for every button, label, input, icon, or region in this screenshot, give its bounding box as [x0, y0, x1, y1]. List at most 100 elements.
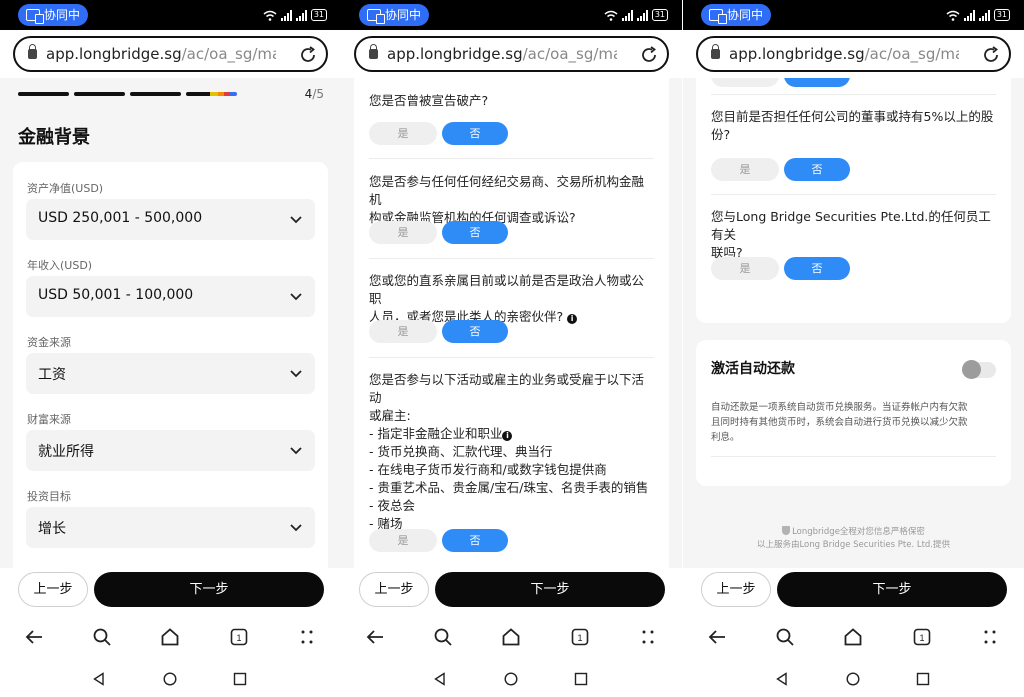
signal-icon-2 — [295, 9, 307, 21]
no-button[interactable]: 否 — [442, 122, 508, 145]
investment-objective-select[interactable]: 增长 — [26, 507, 315, 548]
tabs-icon[interactable]: 1 — [570, 627, 590, 647]
url-text: app.longbridge.sg/ac/oa_sg/manual/fi — [729, 45, 959, 63]
no-button[interactable]: 否 — [442, 529, 508, 552]
tab-count: 1 — [236, 633, 241, 643]
previous-step-button[interactable]: 上一步 — [18, 572, 88, 607]
info-icon[interactable]: i — [502, 431, 513, 441]
reload-icon[interactable] — [639, 45, 659, 65]
no-button[interactable] — [784, 78, 850, 87]
tabs-icon[interactable]: 1 — [912, 627, 932, 647]
divider — [369, 258, 654, 259]
system-home-icon[interactable] — [846, 672, 860, 686]
system-recents-icon[interactable] — [916, 672, 930, 686]
yes-button[interactable]: 是 — [711, 158, 779, 181]
yes-no-toggle: 是 否 — [369, 221, 509, 244]
home-icon[interactable] — [160, 627, 180, 647]
signal-icon — [621, 9, 633, 21]
previous-step-button[interactable]: 上一步 — [701, 572, 771, 607]
system-back-icon[interactable] — [433, 672, 447, 686]
collaboration-pill[interactable]: 协同中 — [701, 4, 771, 26]
privacy-footer: Longbridge全程对您信息严格保密 以上服务由Long Bridge Se… — [683, 526, 1024, 552]
question-text: - 指定非金融企业和职业 — [369, 426, 503, 441]
yes-button[interactable]: 是 — [369, 529, 437, 552]
question-text: 您是否参与任何任何经纪交易商、交易所机构金融机 — [369, 174, 645, 207]
question-text: 您与Long Bridge Securities Pte.Ltd.的任何员工有关 — [711, 209, 991, 242]
investment-objective-value: 增长 — [38, 521, 66, 537]
more-dots-icon[interactable] — [297, 627, 317, 647]
system-back-icon[interactable] — [92, 672, 106, 686]
system-back-icon[interactable] — [775, 672, 789, 686]
chevron-down-icon — [290, 293, 302, 301]
address-bar[interactable]: app.longbridge.sg/ac/oa_sg/manual/fi — [13, 36, 328, 72]
yes-button[interactable]: 是 — [711, 257, 779, 280]
previous-step-button[interactable]: 上一步 — [359, 572, 429, 607]
auto-repayment-title: 激活自动还款 — [711, 361, 795, 377]
screen-share-icon — [709, 9, 727, 24]
annual-income-label: 年收入(USD) — [27, 259, 93, 272]
system-recents-icon[interactable] — [233, 672, 247, 686]
no-button[interactable]: 否 — [442, 221, 508, 244]
address-bar[interactable]: app.longbridge.sg/ac/oa_sg/manual/fi — [696, 36, 1011, 72]
address-bar[interactable]: app.longbridge.sg/ac/oa_sg/manual/fi — [354, 36, 669, 72]
no-button[interactable]: 否 — [784, 158, 850, 181]
wifi-icon — [263, 10, 277, 21]
search-icon[interactable] — [92, 627, 112, 647]
yes-button[interactable]: 是 — [369, 320, 437, 343]
questions-card: 您是否曾被宣告破产? 是 否 您是否参与任何任何经纪交易商、交易所机构金融机 构… — [354, 78, 669, 568]
search-icon[interactable] — [775, 627, 795, 647]
yes-button[interactable]: 是 — [369, 221, 437, 244]
chevron-down-icon — [290, 216, 302, 224]
phone-screen-auto-repayment: 协同中 31 app.longbridge.sg/ac/oa_sg/manual… — [683, 0, 1024, 697]
collaboration-pill[interactable]: 协同中 — [18, 4, 88, 26]
home-icon[interactable] — [843, 627, 863, 647]
collaboration-pill[interactable]: 协同中 — [359, 4, 429, 26]
yes-button[interactable] — [711, 78, 779, 87]
system-home-icon[interactable] — [504, 672, 518, 686]
next-step-button[interactable]: 下一步 — [777, 572, 1007, 607]
signal-icon — [280, 9, 292, 21]
back-arrow-icon[interactable] — [707, 627, 727, 647]
no-button[interactable]: 否 — [442, 320, 508, 343]
yes-button[interactable]: 是 — [369, 122, 437, 145]
auto-repayment-description: 自动还款是一项系统自动货币兑换服务。当证券帐户内有欠款 且同时持有其他货币时，系… — [711, 402, 968, 443]
search-icon[interactable] — [433, 627, 453, 647]
status-bar: 协同中 31 — [341, 0, 682, 30]
annual-income-value: USD 50,001 - 100,000 — [38, 287, 194, 303]
net-worth-select[interactable]: USD 250,001 - 500,000 — [26, 199, 315, 240]
reload-icon[interactable] — [981, 45, 1001, 65]
home-icon[interactable] — [501, 627, 521, 647]
net-worth-label: 资产净值(USD) — [27, 182, 104, 195]
back-arrow-icon[interactable] — [24, 627, 44, 647]
system-recents-icon[interactable] — [574, 672, 588, 686]
next-step-button[interactable]: 下一步 — [94, 572, 324, 607]
annual-income-select[interactable]: USD 50,001 - 100,000 — [26, 276, 315, 317]
page-content: 您是否曾被宣告破产? 是 否 您是否参与任何任何经纪交易商、交易所机构金融机 构… — [341, 78, 682, 568]
next-step-button[interactable]: 下一步 — [435, 572, 665, 607]
status-bar: 协同中 31 — [683, 0, 1024, 30]
question-text: - 货币兑换商、汇款代理、典当行 — [369, 444, 553, 459]
more-dots-icon[interactable] — [638, 627, 658, 647]
lock-icon — [369, 44, 378, 59]
divider — [711, 194, 996, 195]
page-content: 4/5 金融背景 资产净值(USD) USD 250,001 - 500,000… — [0, 78, 341, 568]
tabs-icon[interactable]: 1 — [229, 627, 249, 647]
source-of-funds-label: 资金来源 — [27, 336, 71, 349]
auto-repayment-toggle[interactable] — [962, 360, 996, 379]
system-icons: 31 — [263, 8, 327, 22]
question-investigation: 您是否参与任何任何经纪交易商、交易所机构金融机 构或金融监管机构的任何调查或诉讼… — [369, 173, 654, 227]
back-arrow-icon[interactable] — [365, 627, 385, 647]
source-of-funds-select[interactable]: 工资 — [26, 353, 315, 394]
yes-no-toggle: 是 否 — [369, 320, 509, 343]
yes-no-toggle: 是 否 — [711, 257, 851, 280]
no-button[interactable]: 否 — [784, 257, 850, 280]
reload-icon[interactable] — [298, 45, 318, 65]
step-progress — [18, 92, 237, 96]
system-nav-bar — [683, 660, 1024, 697]
status-bar: 协同中 31 — [0, 0, 341, 30]
info-icon[interactable]: i — [567, 314, 578, 324]
source-of-wealth-select[interactable]: 就业所得 — [26, 430, 315, 471]
system-home-icon[interactable] — [163, 672, 177, 686]
more-dots-icon[interactable] — [980, 627, 1000, 647]
questions-card: 您目前是否担任任何公司的董事或持有5%以上的股 份? 是 否 您与Long Br… — [696, 78, 1011, 323]
